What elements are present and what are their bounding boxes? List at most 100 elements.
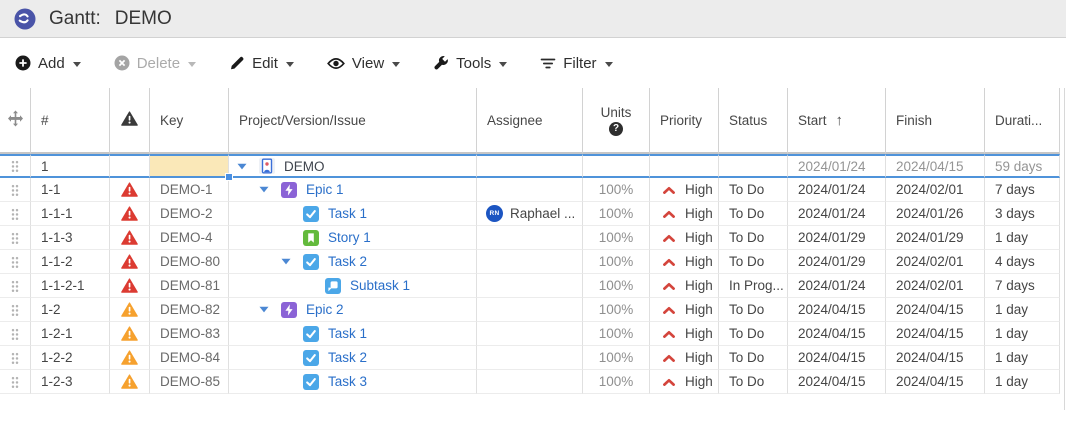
issue-cell[interactable]: Task 1 — [229, 322, 477, 346]
issue-link[interactable]: Task 2 — [328, 254, 367, 269]
units-cell[interactable]: 100% — [583, 346, 650, 370]
warning-red-icon[interactable] — [121, 230, 138, 245]
units-cell[interactable]: 100% — [583, 202, 650, 226]
status-cell[interactable]: To Do — [719, 226, 788, 250]
column-header-finish[interactable]: Finish — [886, 88, 985, 154]
view-button[interactable]: View — [327, 55, 400, 72]
column-header-status[interactable]: Status — [719, 88, 788, 154]
key-cell[interactable]: DEMO-81 — [150, 274, 229, 298]
units-cell[interactable] — [583, 154, 650, 178]
assignee-cell[interactable] — [477, 178, 583, 202]
start-date-cell[interactable]: 2024/01/29 — [788, 226, 886, 250]
finish-date-cell[interactable]: 2024/02/01 — [886, 250, 985, 274]
row-number-cell[interactable]: 1-1 — [31, 178, 110, 202]
priority-cell[interactable]: High — [650, 346, 719, 370]
column-header-units[interactable]: Units ? — [583, 88, 650, 154]
assignee-cell[interactable] — [477, 370, 583, 394]
finish-date-cell[interactable]: 2024/04/15 — [886, 370, 985, 394]
units-cell[interactable]: 100% — [583, 370, 650, 394]
key-cell[interactable]: DEMO-84 — [150, 346, 229, 370]
status-cell[interactable]: In Prog... — [719, 274, 788, 298]
warning-orange-icon[interactable] — [121, 350, 138, 365]
priority-cell[interactable]: High — [650, 274, 719, 298]
priority-cell[interactable]: High — [650, 226, 719, 250]
start-date-cell[interactable]: 2024/01/24 — [788, 178, 886, 202]
start-date-cell[interactable]: 2024/01/24 — [788, 154, 886, 178]
units-cell[interactable]: 100% — [583, 178, 650, 202]
assignee-cell[interactable] — [477, 346, 583, 370]
status-cell[interactable] — [719, 154, 788, 178]
assignee-cell[interactable] — [477, 322, 583, 346]
duration-cell[interactable]: 7 days — [985, 274, 1060, 298]
drag-handle-icon[interactable] — [11, 208, 19, 221]
row-number-cell[interactable]: 1-2-1 — [31, 322, 110, 346]
finish-date-cell[interactable]: 2024/01/29 — [886, 226, 985, 250]
status-cell[interactable]: To Do — [719, 322, 788, 346]
status-cell[interactable]: To Do — [719, 178, 788, 202]
drag-handle-icon[interactable] — [11, 352, 19, 365]
expand-collapse-icon[interactable] — [237, 163, 247, 170]
row-number-cell[interactable]: 1-1-2 — [31, 250, 110, 274]
finish-date-cell[interactable]: 2024/02/01 — [886, 178, 985, 202]
key-cell[interactable]: DEMO-82 — [150, 298, 229, 322]
issue-link[interactable]: Epic 2 — [306, 302, 344, 317]
tools-button[interactable]: Tools — [433, 55, 507, 72]
start-date-cell[interactable]: 2024/01/29 — [788, 250, 886, 274]
start-date-cell[interactable]: 2024/04/15 — [788, 322, 886, 346]
drag-handle-icon[interactable] — [11, 232, 19, 245]
priority-cell[interactable]: High — [650, 370, 719, 394]
row-number-cell[interactable]: 1-2 — [31, 298, 110, 322]
key-cell[interactable]: DEMO-80 — [150, 250, 229, 274]
issue-cell[interactable]: Task 2 — [229, 250, 477, 274]
priority-cell[interactable]: High — [650, 202, 719, 226]
expand-collapse-icon[interactable] — [281, 258, 291, 265]
column-header-drag[interactable] — [0, 88, 31, 154]
assignee-cell[interactable] — [477, 226, 583, 250]
priority-cell[interactable]: High — [650, 322, 719, 346]
units-cell[interactable]: 100% — [583, 298, 650, 322]
duration-cell[interactable]: 1 day — [985, 226, 1060, 250]
issue-link[interactable]: Task 2 — [328, 350, 367, 365]
issue-cell[interactable]: Epic 2 — [229, 298, 477, 322]
column-header-number[interactable]: # — [31, 88, 110, 154]
issue-cell[interactable]: Story 1 — [229, 226, 477, 250]
duration-cell[interactable]: 1 day — [985, 346, 1060, 370]
finish-date-cell[interactable]: 2024/04/15 — [886, 346, 985, 370]
warning-orange-icon[interactable] — [121, 302, 138, 317]
row-number-cell[interactable]: 1-2-2 — [31, 346, 110, 370]
start-date-cell[interactable]: 2024/04/15 — [788, 298, 886, 322]
status-cell[interactable]: To Do — [719, 202, 788, 226]
assignee-cell[interactable] — [477, 250, 583, 274]
assignee-cell[interactable] — [477, 154, 583, 178]
issue-link[interactable]: Task 1 — [328, 206, 367, 221]
assignee-cell[interactable] — [477, 298, 583, 322]
edit-button[interactable]: Edit — [229, 55, 294, 72]
column-header-key[interactable]: Key — [150, 88, 229, 154]
warning-red-icon[interactable] — [121, 254, 138, 269]
units-cell[interactable]: 100% — [583, 250, 650, 274]
finish-date-cell[interactable]: 2024/04/15 — [886, 322, 985, 346]
row-number-cell[interactable]: 1-1-1 — [31, 202, 110, 226]
assignee-cell[interactable] — [477, 274, 583, 298]
column-header-warning[interactable] — [110, 88, 150, 154]
priority-cell[interactable] — [650, 154, 719, 178]
filter-button[interactable]: Filter — [540, 55, 612, 72]
project-name[interactable]: DEMO — [284, 159, 325, 174]
warning-red-icon[interactable] — [121, 182, 138, 197]
status-cell[interactable]: To Do — [719, 250, 788, 274]
key-cell[interactable]: DEMO-1 — [150, 178, 229, 202]
row-number-cell[interactable]: 1-2-3 — [31, 370, 110, 394]
start-date-cell[interactable]: 2024/04/15 — [788, 346, 886, 370]
status-cell[interactable]: To Do — [719, 370, 788, 394]
start-date-cell[interactable]: 2024/01/24 — [788, 274, 886, 298]
warning-red-icon[interactable] — [121, 206, 138, 221]
help-icon[interactable]: ? — [609, 122, 623, 136]
warning-orange-icon[interactable] — [121, 374, 138, 389]
assignee-cell[interactable]: RNRaphael ... — [477, 202, 583, 226]
duration-cell[interactable]: 1 day — [985, 322, 1060, 346]
priority-cell[interactable]: High — [650, 178, 719, 202]
start-date-cell[interactable]: 2024/01/24 — [788, 202, 886, 226]
key-cell[interactable]: DEMO-83 — [150, 322, 229, 346]
duration-cell[interactable]: 1 day — [985, 370, 1060, 394]
add-button[interactable]: Add — [15, 55, 81, 72]
